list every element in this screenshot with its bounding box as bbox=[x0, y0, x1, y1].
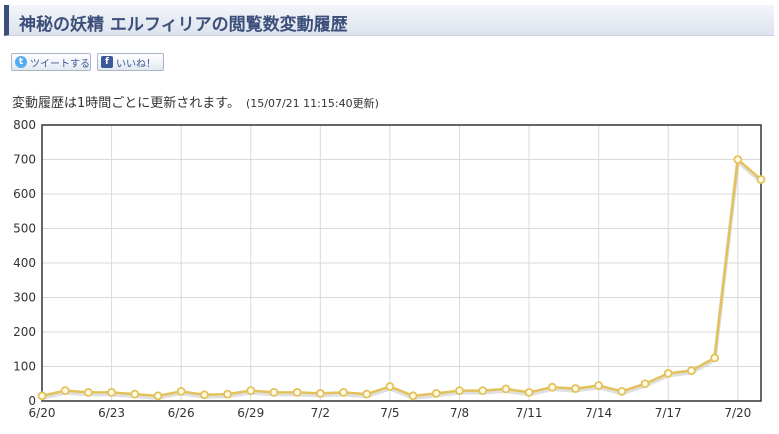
y-tick-label: 800 bbox=[13, 118, 36, 132]
x-tick-label: 7/17 bbox=[655, 406, 682, 420]
data-point bbox=[547, 382, 557, 392]
data-point bbox=[60, 386, 70, 396]
page-title-bar: 神秘の妖精 エルフィリアの閲覧数変動履歴 bbox=[4, 5, 774, 36]
data-point bbox=[385, 382, 395, 391]
data-point bbox=[153, 391, 163, 401]
data-point bbox=[107, 387, 116, 397]
data-point bbox=[663, 368, 673, 378]
data-point bbox=[269, 387, 279, 397]
x-tick-label: 7/11 bbox=[516, 406, 543, 420]
data-point bbox=[617, 386, 627, 396]
x-tick-label: 6/26 bbox=[168, 406, 195, 420]
data-point bbox=[37, 391, 47, 401]
data-point bbox=[223, 389, 232, 399]
data-point bbox=[315, 389, 325, 398]
data-point bbox=[362, 389, 372, 399]
y-tick-label: 400 bbox=[13, 256, 36, 270]
data-point bbox=[408, 391, 418, 401]
data-point bbox=[640, 379, 650, 389]
y-tick-label: 500 bbox=[13, 222, 36, 236]
data-point bbox=[130, 389, 140, 399]
x-tick-label: 6/20 bbox=[29, 406, 56, 420]
series-line bbox=[41, 158, 762, 398]
update-timestamp: (15/07/21 11:15:40更新) bbox=[245, 97, 379, 110]
y-tick-label: 100 bbox=[13, 360, 36, 374]
data-point bbox=[524, 387, 534, 397]
x-tick-label: 7/2 bbox=[311, 406, 330, 420]
data-point bbox=[756, 175, 766, 184]
data-point bbox=[292, 387, 302, 397]
data-point bbox=[571, 384, 580, 393]
tweet-label: ツイートする bbox=[30, 58, 90, 70]
data-point bbox=[501, 384, 511, 394]
data-point bbox=[687, 366, 696, 376]
data-point bbox=[246, 386, 256, 396]
data-point bbox=[710, 353, 720, 363]
data-point bbox=[83, 387, 93, 397]
x-tick-label: 7/8 bbox=[450, 406, 469, 420]
x-tick-label: 6/23 bbox=[98, 406, 125, 420]
data-point bbox=[199, 390, 209, 400]
x-tick-label: 7/5 bbox=[380, 406, 399, 420]
view-count-chart: 01002003004005006007008006/20 6/23 6/26 6/2… bbox=[13, 118, 766, 420]
x-tick-label: 6/29 bbox=[237, 406, 264, 420]
data-point bbox=[733, 155, 743, 164]
x-tick-label: 7/14 bbox=[585, 406, 612, 420]
y-tick-label: 600 bbox=[13, 187, 36, 201]
tweet-button[interactable]: t ツイートする bbox=[11, 53, 91, 71]
x-tick-label: 7/20 bbox=[724, 406, 751, 420]
like-button[interactable]: f いいね！ bbox=[97, 53, 164, 71]
y-tick-label: 300 bbox=[13, 291, 36, 305]
y-tick-label: 200 bbox=[13, 325, 36, 339]
data-point bbox=[176, 386, 186, 396]
series-line-shadow bbox=[41, 159, 763, 400]
data-point bbox=[478, 386, 488, 396]
data-point bbox=[594, 381, 604, 390]
data-point bbox=[455, 386, 464, 396]
page-title: 神秘の妖精 エルフィリアの閲覧数変動履歴 bbox=[19, 15, 348, 35]
y-tick-label: 700 bbox=[13, 153, 36, 167]
data-point bbox=[339, 387, 348, 397]
update-note: 変動履歴は1時間ごとに更新されます。 (15/07/21 11:15:40更新) bbox=[12, 92, 379, 111]
like-label: いいね！ bbox=[116, 58, 156, 70]
data-point bbox=[431, 389, 441, 398]
facebook-icon: f bbox=[101, 56, 113, 68]
update-note-text: 変動履歴は1時間ごとに更新されます。 bbox=[12, 96, 240, 111]
bird-icon: t bbox=[15, 56, 27, 68]
